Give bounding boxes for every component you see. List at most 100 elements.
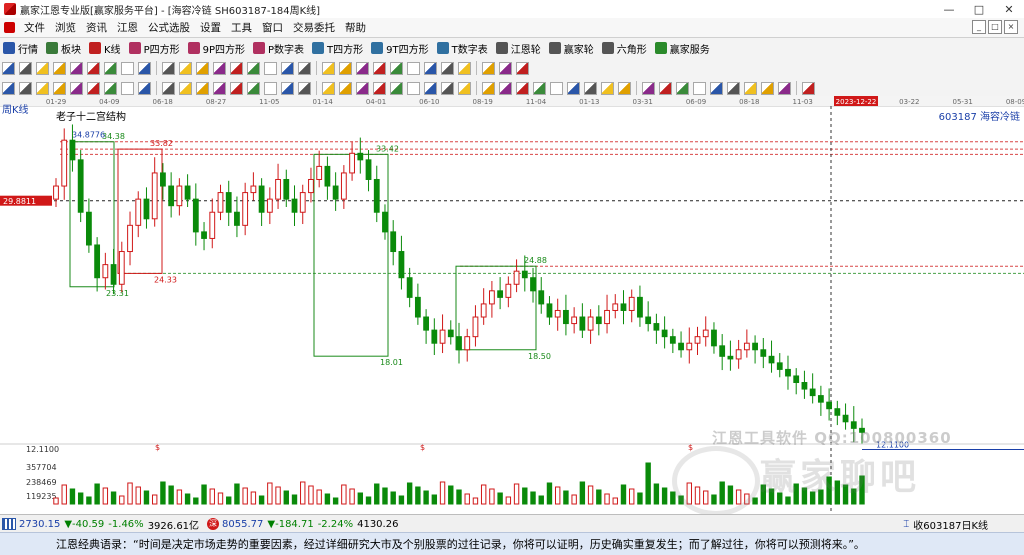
market-grid-icon[interactable] (2, 518, 16, 530)
menu-help[interactable]: 帮助 (340, 20, 371, 35)
indicator-tool-icon[interactable] (659, 81, 672, 95)
indicator-tool-icon[interactable] (407, 81, 420, 95)
drawing-tool-icon[interactable] (482, 61, 495, 75)
indicator-tool-icon[interactable] (424, 81, 437, 95)
indicator-tool-icon[interactable] (533, 81, 546, 95)
indicator-tool-icon[interactable] (618, 81, 631, 95)
drawing-tool-icon[interactable] (281, 61, 294, 75)
indicator-tool-icon[interactable] (162, 81, 175, 95)
drawing-tool-icon[interactable] (162, 61, 175, 75)
indicator-tool-icon[interactable] (2, 81, 15, 95)
indicator-tool-icon[interactable] (247, 81, 260, 95)
drawing-tool-icon[interactable] (516, 61, 529, 75)
indicator-tool-icon[interactable] (179, 81, 192, 95)
menu-tools[interactable]: 工具 (226, 20, 257, 35)
indicator-tool-icon[interactable] (390, 81, 403, 95)
toolbar-button-10[interactable]: 赢家轮 (546, 41, 599, 56)
drawing-tool-icon[interactable] (213, 61, 226, 75)
indicator-tool-icon[interactable] (584, 81, 597, 95)
chart-area[interactable]: 01-29 04-09 06-18 08-27 11-05 01-14 04-01 06-10… (0, 96, 1024, 514)
app-menu-icon[interactable] (4, 22, 15, 33)
drawing-tool-icon[interactable] (53, 61, 66, 75)
drawing-tool-icon[interactable] (104, 61, 117, 75)
indicator-tool-icon[interactable] (281, 81, 294, 95)
indicator-tool-icon[interactable] (356, 81, 369, 95)
indicator-tool-icon[interactable] (264, 81, 277, 95)
indicator-tool-icon[interactable] (516, 81, 529, 95)
indicator-tool-icon[interactable] (104, 81, 117, 95)
indicator-tool-icon[interactable] (138, 81, 151, 95)
toolbar-button-7[interactable]: 9T四方形 (368, 41, 433, 56)
indicator-tool-icon[interactable] (761, 81, 774, 95)
menu-browse[interactable]: 浏览 (50, 20, 81, 35)
toolbar-button-12[interactable]: 赢家服务 (652, 41, 715, 56)
indicator-tool-icon[interactable] (744, 81, 757, 95)
drawing-tool-icon[interactable] (196, 61, 209, 75)
indicator-tool-icon[interactable] (230, 81, 243, 95)
indicator-tool-icon[interactable] (70, 81, 83, 95)
toolbar-button-3[interactable]: P四方形 (126, 41, 185, 56)
indicator-tool-icon[interactable] (499, 81, 512, 95)
drawing-tool-icon[interactable] (247, 61, 260, 75)
toolbar-button-1[interactable]: 板块 (43, 41, 86, 56)
drawing-tool-icon[interactable] (339, 61, 352, 75)
drawing-tool-icon[interactable] (70, 61, 83, 75)
drawing-tool-icon[interactable] (499, 61, 512, 75)
toolbar-button-6[interactable]: T四方形 (309, 41, 368, 56)
drawing-tool-icon[interactable] (264, 61, 277, 75)
indicator-tool-icon[interactable] (36, 81, 49, 95)
indicator-tool-icon[interactable] (727, 81, 740, 95)
mdi-minimize-button[interactable]: _ (972, 20, 986, 34)
indicator-tool-icon[interactable] (802, 81, 815, 95)
indicator-tool-icon[interactable] (482, 81, 495, 95)
indicator-tool-icon[interactable] (458, 81, 471, 95)
toolbar-button-0[interactable]: 行情 (0, 41, 43, 56)
indicator-tool-icon[interactable] (676, 81, 689, 95)
drawing-tool-icon[interactable] (138, 61, 151, 75)
drawing-tool-icon[interactable] (390, 61, 403, 75)
drawing-tool-icon[interactable] (356, 61, 369, 75)
drawing-tool-icon[interactable] (2, 61, 15, 75)
maximize-button[interactable]: □ (964, 0, 994, 18)
indicator-tool-icon[interactable] (213, 81, 226, 95)
drawing-tool-icon[interactable] (441, 61, 454, 75)
indicator-tool-icon[interactable] (567, 81, 580, 95)
menu-file[interactable]: 文件 (19, 20, 50, 35)
toolbar-button-9[interactable]: 江恩轮 (493, 41, 546, 56)
mdi-close-button[interactable]: × (1004, 20, 1018, 34)
indicator-tool-icon[interactable] (441, 81, 454, 95)
indicator-tool-icon[interactable] (550, 81, 563, 95)
indicator-tool-icon[interactable] (601, 81, 614, 95)
toolbar-button-11[interactable]: 六角形 (599, 41, 652, 56)
sz-market-icon[interactable]: 深 (207, 518, 220, 530)
close-button[interactable]: ✕ (994, 0, 1024, 18)
toolbar-button-8[interactable]: T数字表 (434, 41, 493, 56)
indicator-tool-icon[interactable] (196, 81, 209, 95)
menu-gann[interactable]: 江恩 (112, 20, 143, 35)
indicator-tool-icon[interactable] (53, 81, 66, 95)
drawing-tool-icon[interactable] (87, 61, 100, 75)
drawing-tool-icon[interactable] (230, 61, 243, 75)
indicator-tool-icon[interactable] (87, 81, 100, 95)
indicator-tool-icon[interactable] (298, 81, 311, 95)
drawing-tool-icon[interactable] (19, 61, 32, 75)
indicator-tool-icon[interactable] (778, 81, 791, 95)
indicator-tool-icon[interactable] (642, 81, 655, 95)
indicator-tool-icon[interactable] (322, 81, 335, 95)
drawing-tool-icon[interactable] (458, 61, 471, 75)
drawing-tool-icon[interactable] (298, 61, 311, 75)
drawing-tool-icon[interactable] (373, 61, 386, 75)
mdi-restore-button[interactable]: □ (988, 20, 1002, 34)
indicator-tool-icon[interactable] (121, 81, 134, 95)
drawing-tool-icon[interactable] (322, 61, 335, 75)
menu-formula[interactable]: 公式选股 (143, 20, 195, 35)
menu-trade[interactable]: 交易委托 (288, 20, 340, 35)
toolbar-button-2[interactable]: K线 (86, 41, 126, 56)
minimize-button[interactable]: — (934, 0, 964, 18)
drawing-tool-icon[interactable] (179, 61, 192, 75)
indicator-tool-icon[interactable] (19, 81, 32, 95)
menu-window[interactable]: 窗口 (257, 20, 288, 35)
toolbar-button-4[interactable]: 9P四方形 (185, 41, 250, 56)
drawing-tool-icon[interactable] (121, 61, 134, 75)
drawing-tool-icon[interactable] (424, 61, 437, 75)
